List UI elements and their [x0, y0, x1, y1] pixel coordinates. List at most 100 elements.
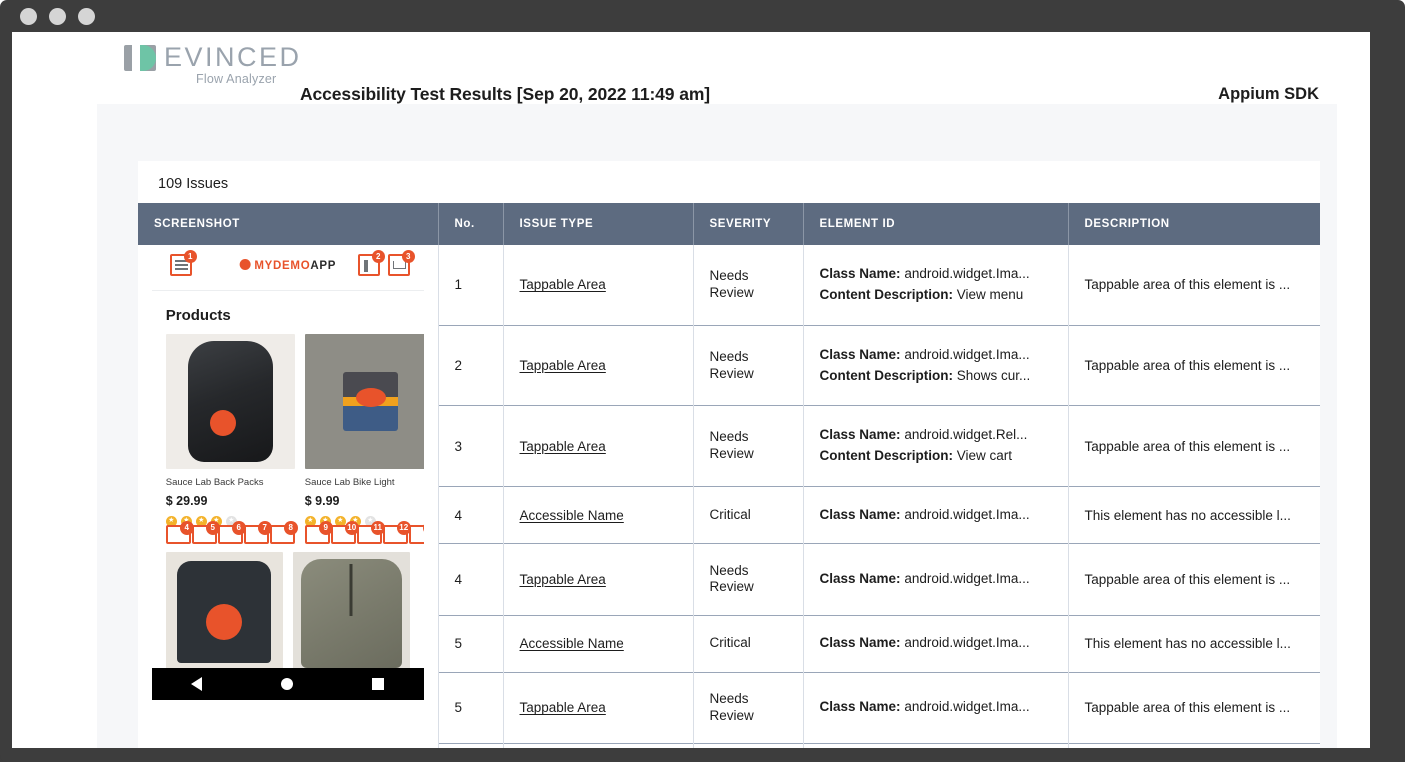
cell-issue-number: 4: [438, 543, 504, 616]
cart-body-icon: [392, 261, 406, 269]
column-header-no[interactable]: No.: [438, 203, 504, 245]
window-frame-bottom: [0, 748, 1405, 762]
cell-severity: Needs Review: [693, 671, 804, 744]
element-class-name: Class Name: android.widget.Ima...: [819, 265, 1030, 281]
issue-badge: 8: [283, 521, 298, 535]
product-tile[interactable]: [292, 552, 410, 670]
cell-issue-type: Accessible Name: [503, 743, 694, 748]
cell-element-id: Class Name: android.widget.Ima...: [803, 743, 1069, 748]
window-titlebar: [0, 0, 1405, 32]
home-button-icon[interactable]: [281, 678, 294, 690]
issue-highlight-box[interactable]: 10: [330, 521, 359, 544]
table-row[interactable]: 1 MYDEMOAPP 2 3 Products Sauce Lab Back Packs…: [138, 245, 1320, 748]
cell-issue-number: 1: [438, 245, 504, 326]
back-button-icon[interactable]: [191, 677, 203, 691]
recents-button-icon[interactable]: [372, 678, 385, 690]
cell-issue-type: Tappable Area: [503, 324, 694, 406]
product-grid: Sauce Lab Back Packs$ 29.9945678Sauce La…: [152, 334, 424, 546]
issue-highlight-box[interactable]: 4: [165, 521, 194, 544]
issue-highlight-box[interactable]: 12: [382, 521, 411, 544]
cell-severity: Critical: [693, 486, 804, 544]
screenshot-cell[interactable]: 1 MYDEMOAPP 2 3 Products Sauce Lab Back Packs…: [138, 245, 439, 748]
close-window-button[interactable]: [20, 8, 37, 25]
issue-type-link[interactable]: Tappable Area: [520, 358, 606, 373]
issue-type-link[interactable]: Accessible Name: [520, 508, 624, 523]
minimize-window-button[interactable]: [49, 8, 66, 25]
product-image[interactable]: [304, 334, 424, 469]
app-canvas: EVINCED Flow Analyzer Accessibility Test…: [12, 32, 1370, 748]
issue-badge-row: 910111213: [304, 521, 424, 544]
evinced-logo: EVINCED Flow Analyzer: [124, 42, 299, 92]
issue-highlight-box[interactable]: 6: [217, 521, 246, 544]
issue-count-label: 109 Issues: [158, 176, 229, 192]
element-class-name: Class Name: android.widget.Ima...: [819, 635, 1030, 651]
issue-highlight-box[interactable]: 9: [304, 521, 333, 544]
issue-type-link[interactable]: Tappable Area: [520, 439, 606, 454]
product-price: $ 29.99: [165, 494, 208, 508]
product-tile[interactable]: Sauce Lab Back Packs $ 29.99 45678: [165, 334, 298, 546]
product-grid-secondary: [152, 552, 424, 670]
content-card: 109 Issues SCREENSHOT No. ISSUE TYPE SEV…: [97, 104, 1337, 748]
cell-element-id: Class Name: android.widget.Rel... Content…: [803, 405, 1069, 487]
element-content-description: Content Description: View menu: [819, 286, 1024, 302]
device-screenshot[interactable]: 1 MYDEMOAPP 2 3 Products Sauce Lab Back Packs…: [151, 245, 424, 748]
issue-type-link[interactable]: Tappable Area: [520, 277, 606, 292]
column-header-element-id[interactable]: ELEMENT ID: [803, 203, 1069, 245]
cell-description: This element has no accessible l...: [1068, 743, 1320, 748]
cell-issue-type: Tappable Area: [503, 245, 694, 326]
issue-type-link[interactable]: Accessible Name: [520, 636, 624, 651]
element-content-description: Content Description: View cart: [819, 448, 1013, 464]
issue-badge: 2: [371, 250, 385, 263]
logo-wordmark: EVINCED: [164, 42, 302, 72]
issue-badge: 1: [183, 250, 197, 263]
cell-issue-number: 6: [438, 743, 504, 748]
cell-issue-type: Tappable Area: [503, 543, 694, 616]
issue-highlight-box[interactable]: 13: [408, 521, 424, 544]
results-panel: 109 Issues SCREENSHOT No. ISSUE TYPE SEV…: [138, 161, 1320, 748]
cell-description: Tappable area of this element is ...: [1068, 671, 1320, 744]
column-header-issue-type[interactable]: ISSUE TYPE: [503, 203, 694, 245]
column-header-severity[interactable]: SEVERITY: [693, 203, 804, 245]
table-header-row: SCREENSHOT No. ISSUE TYPE SEVERITY ELEME…: [138, 203, 1320, 245]
device-appbar: 1 MYDEMOAPP 2 3: [151, 245, 424, 291]
element-content-description: Content Description: Shows cur...: [819, 367, 1031, 383]
products-heading: Products: [165, 307, 231, 324]
element-class-name: Class Name: android.widget.Ima...: [819, 346, 1030, 362]
maximize-window-button[interactable]: [78, 8, 95, 25]
product-price: $ 9.99: [304, 494, 340, 508]
product-name: Sauce Lab Bike Light: [304, 477, 395, 488]
android-navigation-bar: [151, 668, 424, 700]
cell-severity: Needs Review: [693, 324, 804, 406]
cell-severity: Needs Review: [693, 543, 804, 616]
product-image[interactable]: [165, 334, 295, 469]
cell-issue-type: Accessible Name: [503, 614, 694, 673]
cell-issue-type: Tappable Area: [503, 671, 694, 744]
cell-element-id: Class Name: android.widget.Ima...: [803, 671, 1069, 744]
product-image[interactable]: [292, 552, 410, 670]
cell-severity: Critical: [693, 614, 804, 673]
sdk-label: Appium SDK: [1218, 85, 1319, 103]
cell-description: Tappable area of this element is ...: [1068, 324, 1320, 406]
product-tile[interactable]: Sauce Lab Bike Light $ 9.99 910111213: [304, 334, 424, 546]
app-brand-label: MYDEMOAPP: [239, 259, 336, 272]
window-frame-left: [0, 32, 12, 762]
issues-table-header: SCREENSHOT No. ISSUE TYPE SEVERITY ELEME…: [138, 203, 1320, 245]
column-header-screenshot[interactable]: SCREENSHOT: [138, 203, 439, 245]
element-class-name: Class Name: android.widget.Rel...: [819, 427, 1028, 443]
product-tile[interactable]: [165, 552, 283, 670]
product-name: Sauce Lab Back Packs: [165, 477, 264, 488]
issue-highlight-box[interactable]: 7: [243, 521, 272, 544]
cell-severity: Needs Review: [693, 405, 804, 487]
issue-highlight-box[interactable]: 5: [191, 521, 220, 544]
application-window: EVINCED Flow Analyzer Accessibility Test…: [0, 0, 1405, 762]
issue-type-link[interactable]: Tappable Area: [520, 572, 606, 587]
catalog-bar-icon: [363, 260, 368, 272]
logo-tagline: Flow Analyzer: [196, 72, 277, 86]
product-image[interactable]: [165, 552, 283, 670]
column-header-description[interactable]: DESCRIPTION: [1068, 203, 1320, 245]
cell-element-id: Class Name: android.widget.Ima... Content…: [803, 324, 1069, 406]
element-class-name: Class Name: android.widget.Ima...: [819, 570, 1030, 586]
issue-highlight-box[interactable]: 11: [356, 521, 385, 544]
issue-highlight-box[interactable]: 8: [269, 521, 298, 544]
issue-type-link[interactable]: Tappable Area: [520, 700, 606, 715]
